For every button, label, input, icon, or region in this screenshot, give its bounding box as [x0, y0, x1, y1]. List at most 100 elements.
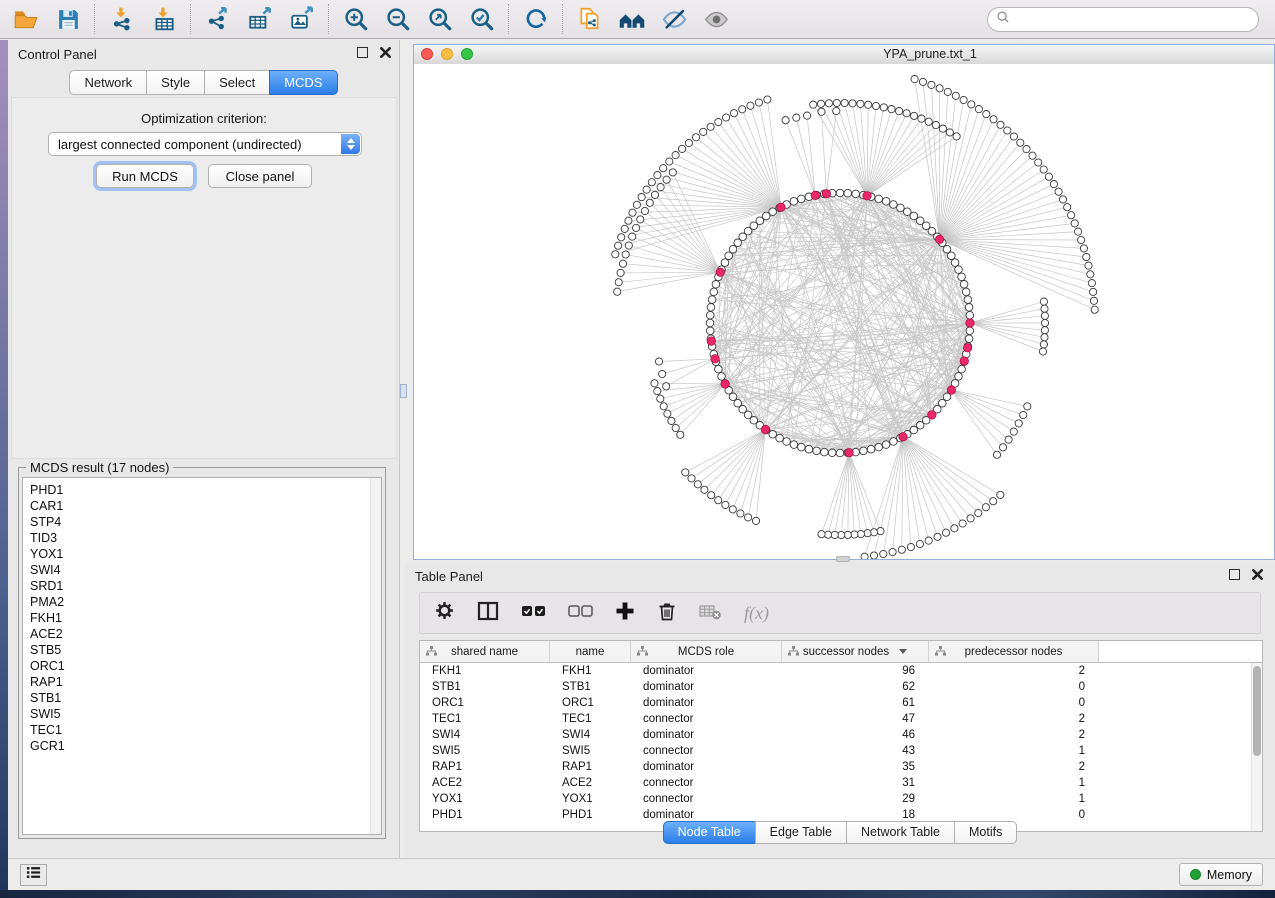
mcds-result-item[interactable]: SWI5 [23, 706, 371, 722]
table-row[interactable]: TEC1TEC1connector472 [420, 711, 1252, 727]
network-window: YPA_prune.txt_1 [413, 44, 1275, 560]
search-box[interactable] [987, 7, 1259, 32]
optimization-criterion-select[interactable]: largest connected component (undirected) [48, 132, 362, 156]
tab-motifs[interactable]: Motifs [954, 821, 1017, 844]
window-close-light[interactable] [421, 48, 433, 60]
close-table-panel-button[interactable] [1252, 569, 1263, 580]
float-panel-button[interactable] [357, 47, 368, 58]
mcds-result-item[interactable]: STB5 [23, 642, 371, 658]
column-header-predecessor-nodes[interactable]: predecessor nodes [929, 641, 1099, 662]
network-graph[interactable] [414, 64, 1274, 559]
zoom-in-button[interactable] [342, 5, 370, 33]
zoom-fit-button[interactable] [426, 5, 454, 33]
float-table-panel-button[interactable] [1229, 569, 1240, 580]
desktop-background-left [0, 40, 8, 890]
mcds-result-item[interactable]: SRD1 [23, 578, 371, 594]
table-scrollbar-thumb[interactable] [1253, 666, 1261, 756]
table-cell-predecessor-nodes: 1 [929, 791, 1099, 807]
mcds-result-item[interactable]: TID3 [23, 530, 371, 546]
unchecked-boxes-icon [568, 604, 593, 623]
list-icon [25, 865, 42, 885]
table-body: FKH1FKH1dominator962STB1STB1dominator620… [420, 663, 1252, 831]
chevron-down-icon [899, 649, 907, 654]
mcds-result-item[interactable]: ORC1 [23, 658, 371, 674]
tab-node-table[interactable]: Node Table [663, 821, 756, 844]
window-zoom-light[interactable] [461, 48, 473, 60]
mcds-result-item[interactable]: STB1 [23, 690, 371, 706]
deselect-all-button[interactable] [568, 600, 593, 626]
mcds-result-item[interactable]: STP4 [23, 514, 371, 530]
table-row[interactable]: RAP1RAP1dominator352 [420, 759, 1252, 775]
duplicate-network-button[interactable] [576, 5, 604, 33]
tab-style[interactable]: Style [146, 70, 205, 95]
mcds-result-item[interactable]: TEC1 [23, 722, 371, 738]
table-cell-shared-name: STB1 [420, 679, 550, 695]
search-input[interactable] [1016, 11, 1250, 27]
tab-edge-table[interactable]: Edge Table [755, 821, 847, 844]
delete-column-button[interactable] [657, 600, 677, 626]
zoom-out-button[interactable] [384, 5, 412, 33]
table-row[interactable]: ACE2ACE2connector311 [420, 775, 1252, 791]
network-canvas[interactable] [414, 64, 1274, 559]
show-all-button[interactable] [702, 5, 730, 33]
mcds-result-item[interactable]: ACE2 [23, 626, 371, 642]
tab-select[interactable]: Select [204, 70, 270, 95]
mcds-result-item[interactable]: CAR1 [23, 498, 371, 514]
table-cell-mcds-role: connector [631, 743, 782, 759]
tab-network-table[interactable]: Network Table [846, 821, 955, 844]
mcds-result-item[interactable]: PMA2 [23, 594, 371, 610]
table-row[interactable]: FKH1FKH1dominator962 [420, 663, 1252, 679]
column-header-name[interactable]: name [550, 641, 631, 662]
toggle-column-view-button[interactable] [477, 600, 499, 626]
import-table-button[interactable] [150, 5, 178, 33]
tab-network[interactable]: Network [69, 70, 147, 95]
run-mcds-button[interactable]: Run MCDS [96, 164, 194, 188]
open-session-button[interactable] [12, 5, 40, 33]
add-column-button[interactable] [615, 600, 635, 626]
task-history-button[interactable] [20, 864, 47, 886]
mcds-result-item[interactable]: FKH1 [23, 610, 371, 626]
table-settings-button[interactable] [434, 600, 455, 626]
import-table-icon [151, 6, 177, 32]
zoom-selected-button[interactable] [468, 5, 496, 33]
mcds-result-item[interactable]: YOX1 [23, 546, 371, 562]
table-row[interactable]: YOX1YOX1connector291 [420, 791, 1252, 807]
table-cell-mcds-role: dominator [631, 695, 782, 711]
import-network-icon [109, 6, 135, 32]
memory-status-icon [1190, 869, 1201, 880]
mcds-result-list[interactable]: PHD1CAR1STP4TID3YOX1SWI4SRD1PMA2FKH1ACE2… [22, 477, 382, 835]
export-network-button[interactable] [204, 5, 232, 33]
first-neighbors-button[interactable] [618, 5, 646, 33]
column-header-successor-nodes[interactable]: successor nodes [782, 641, 929, 662]
column-header-MCDS-role[interactable]: MCDS role [631, 641, 782, 662]
mcds-result-group: MCDS result (17 nodes) PHD1CAR1STP4TID3Y… [18, 467, 386, 839]
table-row[interactable]: ORC1ORC1dominator610 [420, 695, 1252, 711]
save-session-button[interactable] [54, 5, 82, 33]
vertical-splitter-handle[interactable] [400, 384, 407, 398]
mcds-result-item[interactable]: SWI4 [23, 562, 371, 578]
column-header-shared-name[interactable]: shared name [420, 641, 550, 662]
import-network-button[interactable] [108, 5, 136, 33]
export-image-button[interactable] [288, 5, 316, 33]
select-all-button[interactable] [521, 600, 546, 626]
close-panel-icon-button[interactable] [380, 47, 391, 58]
table-row[interactable]: SWI4SWI4dominator462 [420, 727, 1252, 743]
table-cell-predecessor-nodes: 2 [929, 663, 1099, 679]
mcds-result-item[interactable]: RAP1 [23, 674, 371, 690]
table-scrollbar[interactable] [1251, 663, 1262, 831]
table-row[interactable]: SWI5SWI5connector431 [420, 743, 1252, 759]
refresh-view-button[interactable] [522, 5, 550, 33]
tab-mcds[interactable]: MCDS [269, 70, 337, 95]
hide-selected-button[interactable] [660, 5, 688, 33]
table-cell-predecessor-nodes: 2 [929, 727, 1099, 743]
table-row[interactable]: STB1STB1dominator620 [420, 679, 1252, 695]
mcds-result-item[interactable]: GCR1 [23, 738, 371, 754]
mcds-list-scrollbar[interactable] [370, 478, 381, 834]
export-table-button[interactable] [246, 5, 274, 33]
network-window-titlebar[interactable]: YPA_prune.txt_1 [414, 45, 1274, 65]
mcds-result-item[interactable]: PHD1 [23, 482, 371, 498]
close-panel-button[interactable]: Close panel [208, 164, 312, 188]
memory-button[interactable]: Memory [1179, 863, 1263, 886]
control-panel-title: Control Panel [18, 47, 97, 62]
window-minimize-light[interactable] [441, 48, 453, 60]
